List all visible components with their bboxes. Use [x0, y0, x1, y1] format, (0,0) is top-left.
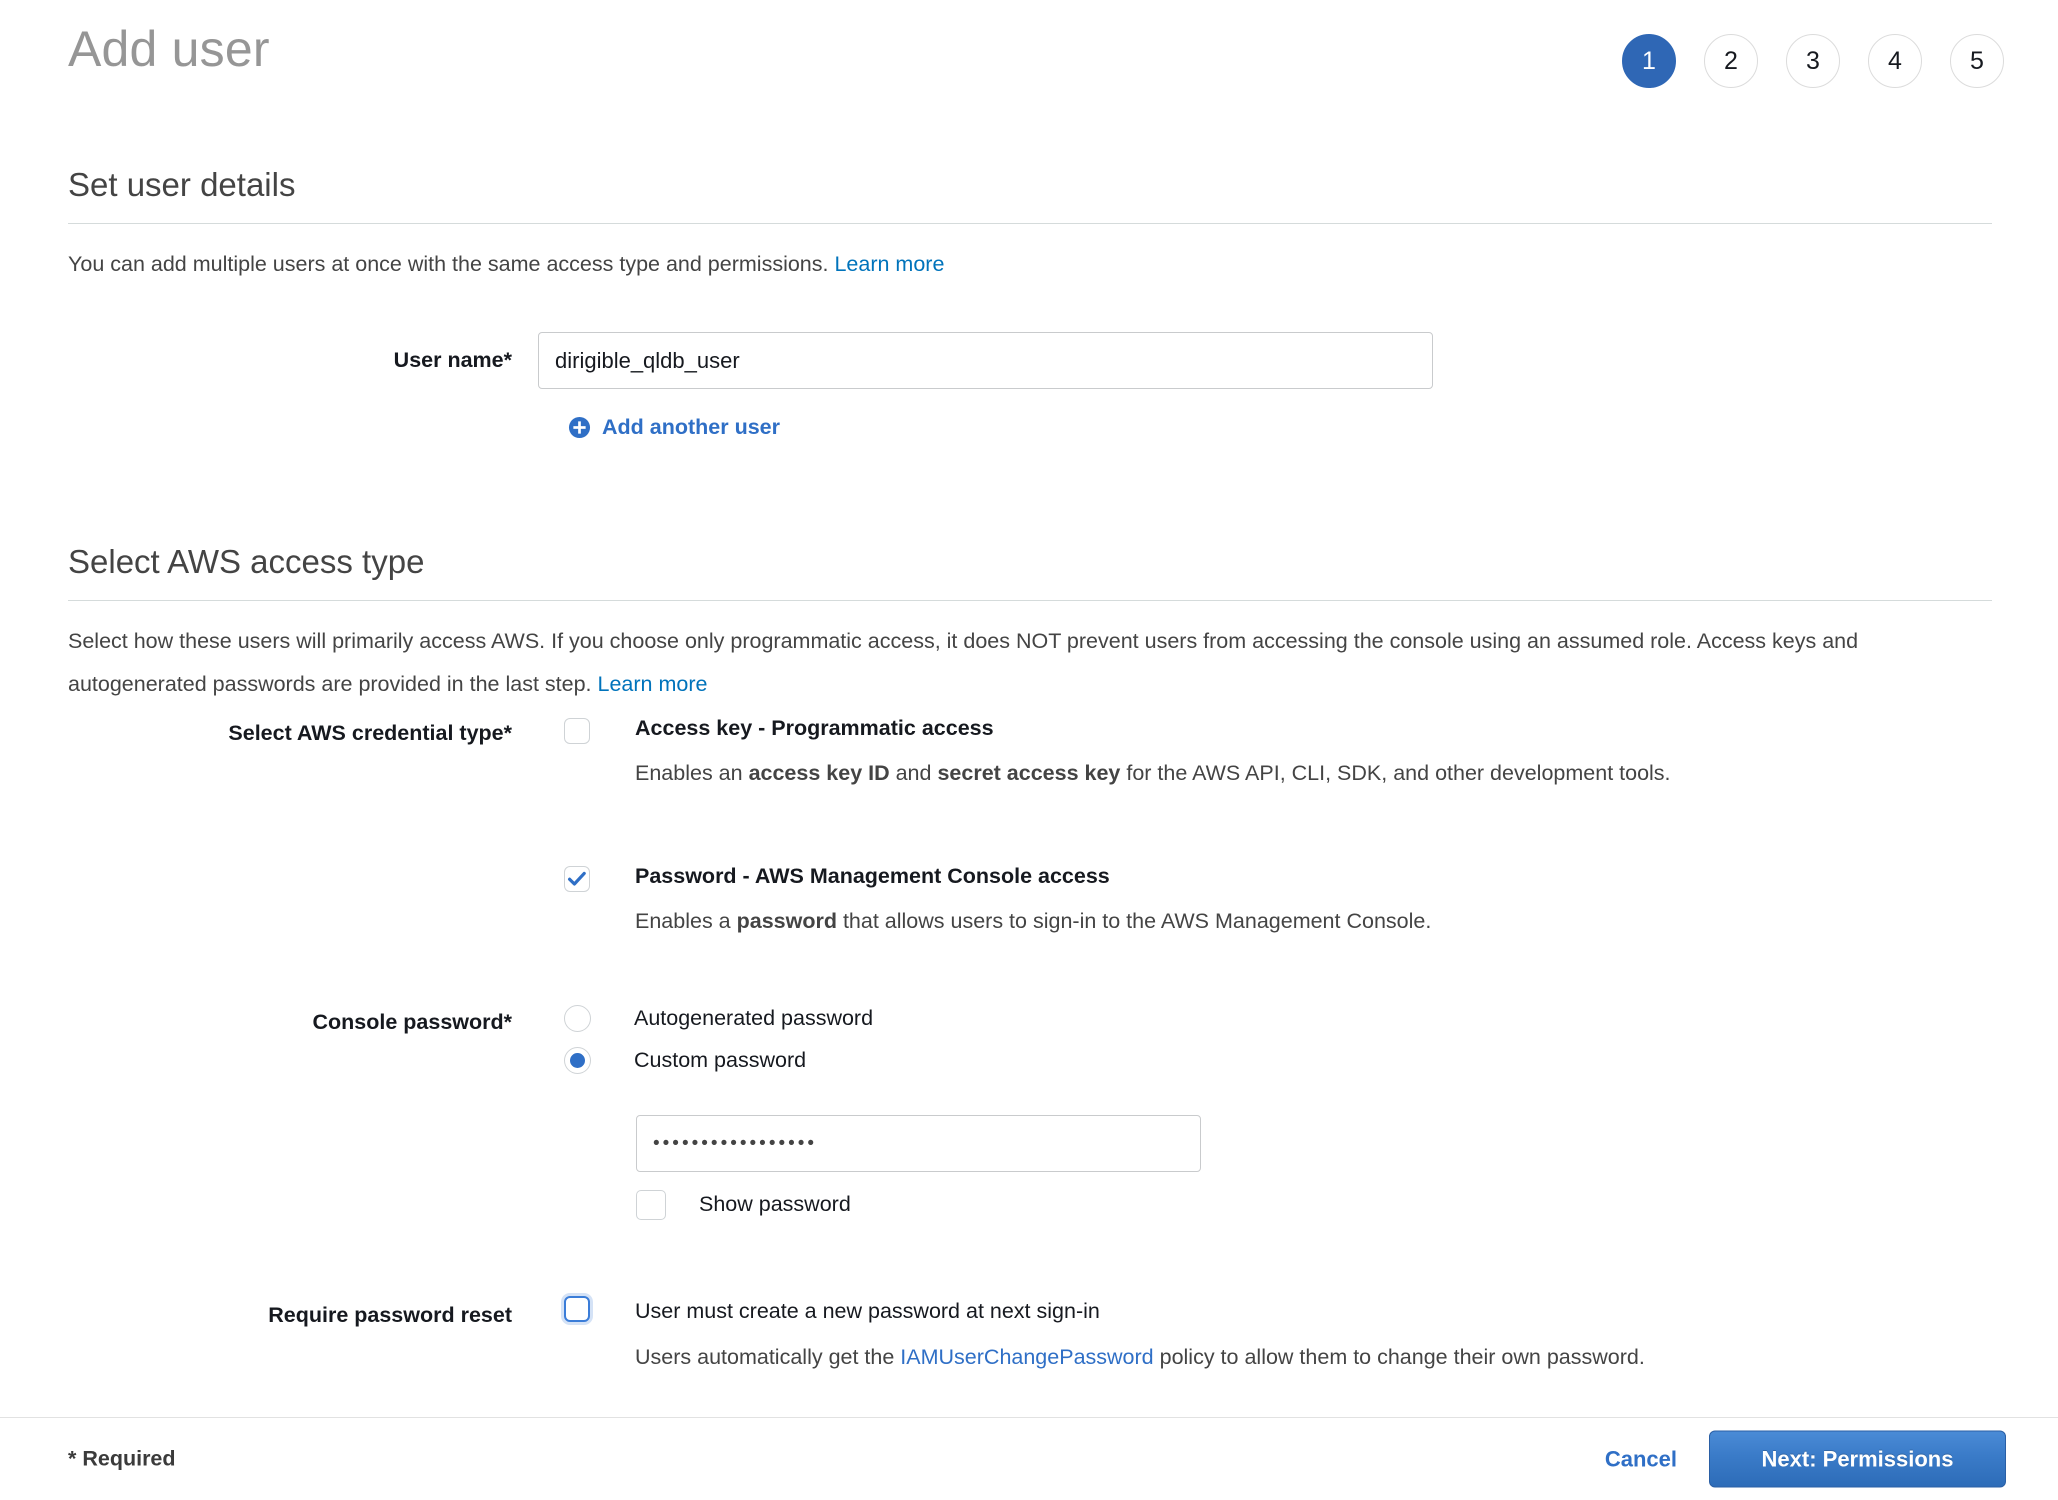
autogenerated-password-radio[interactable] [564, 1005, 591, 1032]
add-user-page: Add user 1 2 3 4 5 Set user details You … [0, 0, 2058, 1500]
page-header: Add user 1 2 3 4 5 [0, 0, 2058, 120]
set-user-details-section: Set user details You can add multiple us… [68, 168, 1992, 286]
add-another-user-button[interactable]: Add another user [568, 415, 780, 440]
access-key-desc-c: and [890, 761, 938, 785]
require-reset-line2: Users automatically get the IAMUserChang… [635, 1336, 1775, 1378]
user-name-label: User name* [68, 350, 538, 372]
set-user-details-heading: Set user details [68, 168, 1992, 201]
password-access-option[interactable]: Password - AWS Management Console access… [564, 866, 1964, 942]
access-type-section: Select AWS access type Select how these … [68, 545, 1992, 706]
custom-password-label: Custom password [634, 1050, 806, 1072]
learn-more-link-access-type[interactable]: Learn more [597, 672, 707, 696]
access-type-divider [68, 600, 1992, 601]
require-reset-line1: User must create a new password at next … [635, 1296, 1775, 1326]
password-access-desc-a: Enables a [635, 909, 737, 933]
custom-password-input[interactable] [636, 1115, 1201, 1172]
require-reset-line2-a: Users automatically get the [635, 1345, 900, 1369]
step-4[interactable]: 4 [1868, 34, 1922, 88]
access-key-desc-a: Enables an [635, 761, 749, 785]
show-password-checkbox[interactable] [636, 1190, 666, 1220]
access-type-description-line1: Select how these users will primarily ac… [68, 629, 1521, 653]
section-divider [68, 223, 1992, 224]
access-type-heading: Select AWS access type [68, 545, 1992, 578]
access-type-description: Select how these users will primarily ac… [68, 620, 1998, 706]
credential-type-label: Select AWS credential type* [68, 723, 538, 745]
set-user-details-description: You can add multiple users at once with … [68, 243, 1992, 286]
access-key-desc-d: secret access key [937, 761, 1120, 785]
page-title: Add user [68, 24, 270, 74]
check-icon [567, 869, 587, 889]
password-access-desc-c: that allows users to sign-in to the AWS … [837, 909, 1431, 933]
user-name-row: User name* [68, 332, 1478, 389]
require-reset-line2-b: policy to allow them to change [1154, 1345, 1448, 1369]
page-footer: * Required Cancel Next: Permissions [0, 1417, 2058, 1500]
learn-more-link-user-details[interactable]: Learn more [834, 252, 944, 276]
step-2[interactable]: 2 [1704, 34, 1758, 88]
require-password-reset-checkbox[interactable] [564, 1296, 590, 1322]
show-password-option[interactable]: Show password [636, 1190, 851, 1220]
console-password-label: Console password* [68, 1012, 538, 1034]
required-note: * Required [68, 1447, 176, 1472]
set-user-details-description-text: You can add multiple users at once with … [68, 252, 828, 276]
autogenerated-password-label: Autogenerated password [634, 1008, 873, 1030]
password-access-desc-b: password [737, 909, 837, 933]
password-access-checkbox[interactable] [564, 866, 590, 892]
step-5[interactable]: 5 [1950, 34, 2004, 88]
password-access-description: Enables a password that allows users to … [635, 900, 1775, 942]
custom-password-option[interactable]: Custom password [564, 1047, 806, 1074]
user-name-input[interactable] [538, 332, 1433, 389]
require-password-reset-option[interactable]: User must create a new password at next … [564, 1296, 1964, 1378]
step-1[interactable]: 1 [1622, 34, 1676, 88]
access-key-description: Enables an access key ID and secret acce… [635, 752, 1775, 794]
access-key-desc-b: access key ID [749, 761, 890, 785]
password-access-title: Password - AWS Management Console access [635, 866, 1775, 888]
cancel-button[interactable]: Cancel [1605, 1446, 1677, 1472]
custom-password-radio[interactable] [564, 1047, 591, 1074]
iam-user-change-password-link[interactable]: IAMUserChangePassword [900, 1345, 1153, 1369]
step-indicator: 1 2 3 4 5 [1622, 34, 2004, 88]
show-password-label: Show password [699, 1194, 851, 1216]
require-password-reset-label: Require password reset [68, 1305, 538, 1327]
next-permissions-button[interactable]: Next: Permissions [1709, 1431, 2006, 1488]
footer-actions: Cancel Next: Permissions [1605, 1431, 2006, 1488]
access-key-desc-e: for the AWS API, CLI, SDK, and [1120, 761, 1429, 785]
access-key-desc-f: other development tools. [1435, 761, 1670, 785]
radio-dot [570, 1053, 585, 1068]
access-key-checkbox[interactable] [564, 718, 590, 744]
autogenerated-password-option[interactable]: Autogenerated password [564, 1005, 873, 1032]
add-another-user-label: Add another user [602, 415, 780, 440]
plus-circle-icon [568, 416, 591, 439]
access-key-option[interactable]: Access key - Programmatic access Enables… [564, 718, 1964, 794]
require-reset-line3: their own password. [1454, 1345, 1645, 1369]
access-key-title: Access key - Programmatic access [635, 718, 1775, 740]
step-3[interactable]: 3 [1786, 34, 1840, 88]
